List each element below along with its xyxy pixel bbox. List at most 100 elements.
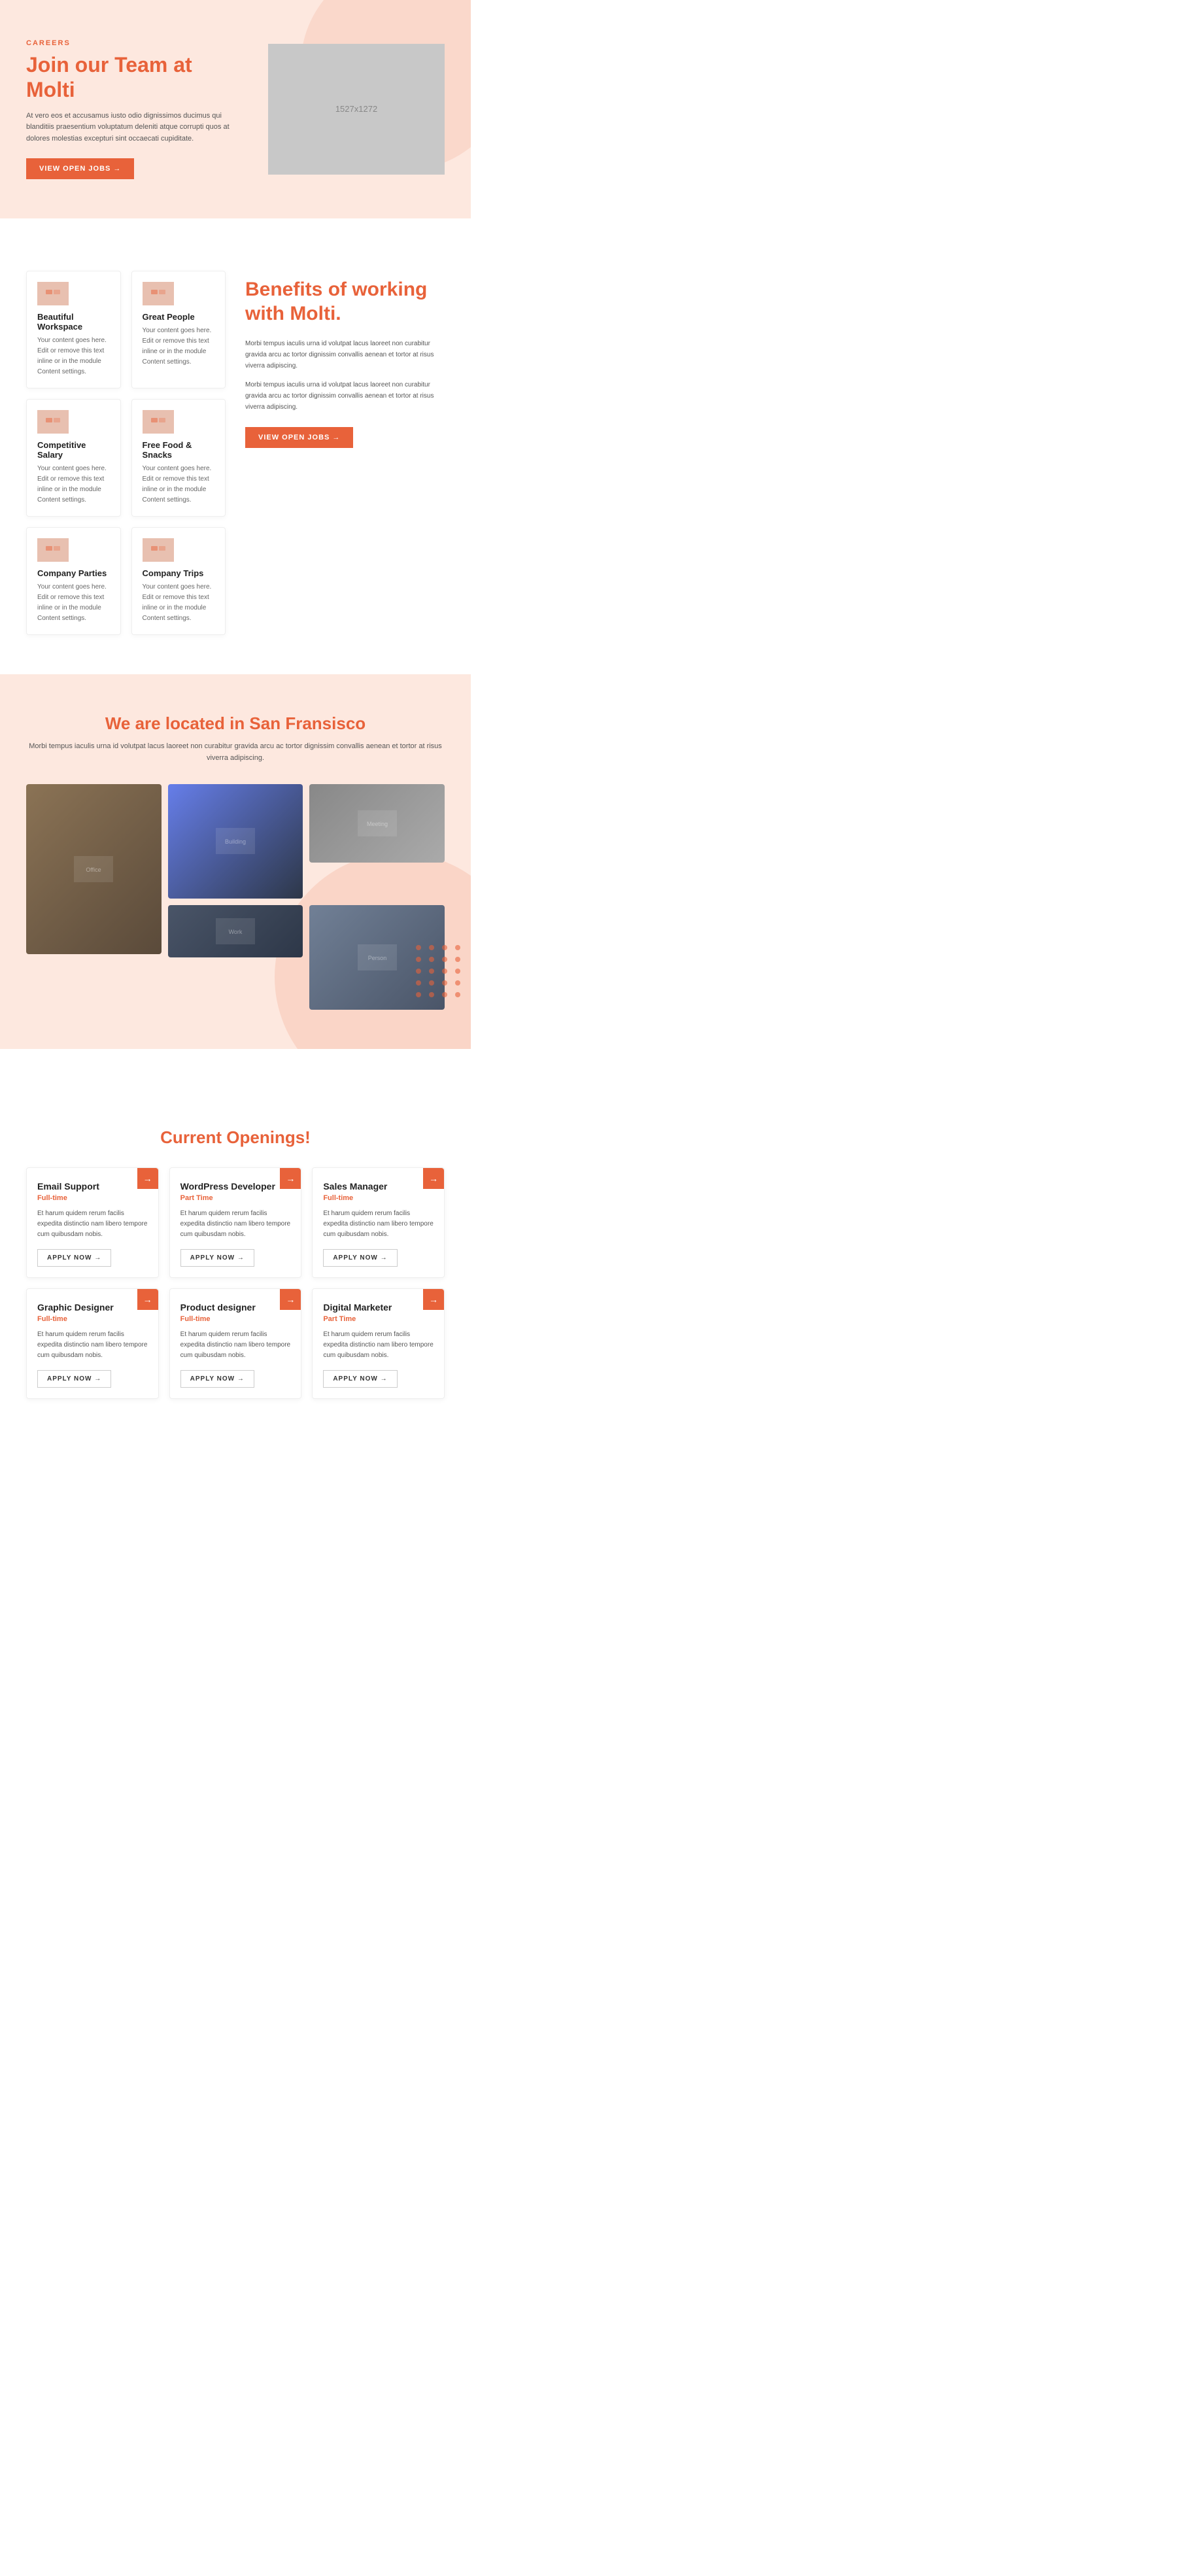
benefits-text: Benefits of workingwith Molti. Morbi tem…	[245, 271, 445, 448]
benefits-body-1: Morbi tempus iaculis urna id volutpat la…	[245, 338, 445, 371]
svg-text:Meeting: Meeting	[367, 821, 388, 827]
benefit-title-2: Competitive Salary	[37, 440, 110, 460]
benefit-title-5: Company Trips	[143, 568, 215, 578]
benefit-thumb-0	[37, 282, 69, 305]
openings-section: Current Openings! → Email Support Full-t…	[0, 1088, 471, 1438]
job-card-arrow-4: →	[280, 1289, 301, 1310]
location-title-highlight: San Fransisco	[249, 713, 366, 733]
benefit-desc-3: Your content goes here. Edit or remove t…	[143, 464, 215, 506]
benefits-heading-highlight: Benefits	[245, 279, 322, 300]
hero-description: At vero eos et accusamus iusto odio dign…	[26, 111, 235, 145]
benefit-desc-1: Your content goes here. Edit or remove t…	[143, 326, 215, 368]
apply-button-0[interactable]: APPLY NOW →	[37, 1249, 111, 1267]
jobs-grid: → Email Support Full-time Et harum quide…	[26, 1167, 445, 1399]
benefit-thumb-4	[37, 538, 69, 562]
location-photo-1: Office	[26, 784, 162, 954]
benefit-title-0: Beautiful Workspace	[37, 312, 110, 332]
svg-text:Office: Office	[86, 867, 101, 873]
location-grid: Office Building Meeting Work Person	[26, 784, 445, 1010]
benefit-card: Company Trips Your content goes here. Ed…	[131, 527, 226, 635]
apply-button-4[interactable]: APPLY NOW →	[180, 1370, 254, 1388]
job-desc-2: Et harum quidem rerum facilis expedita d…	[323, 1209, 434, 1240]
location-section: We are located in San Fransisco Morbi te…	[0, 674, 471, 1049]
benefit-card: Company Parties Your content goes here. …	[26, 527, 121, 635]
benefits-cards: Beautiful Workspace Your content goes he…	[26, 271, 226, 635]
job-title-1: WordPress Developer	[180, 1181, 291, 1192]
spacer-2	[0, 1049, 471, 1088]
job-type-1: Part Time	[180, 1194, 291, 1202]
location-photo-2: Building	[168, 784, 303, 899]
job-desc-0: Et harum quidem rerum facilis expedita d…	[37, 1209, 148, 1240]
job-card: → WordPress Developer Part Time Et harum…	[169, 1167, 302, 1278]
job-card-arrow-1: →	[280, 1168, 301, 1189]
benefits-body-2: Morbi tempus iaculis urna id volutpat la…	[245, 379, 445, 413]
job-card-arrow-5: →	[423, 1289, 444, 1310]
job-type-3: Full-time	[37, 1315, 148, 1323]
job-card: → Sales Manager Full-time Et harum quide…	[312, 1167, 445, 1278]
job-type-0: Full-time	[37, 1194, 148, 1202]
job-title-4: Product designer	[180, 1302, 291, 1313]
job-title-5: Digital Marketer	[323, 1302, 434, 1313]
job-title-2: Sales Manager	[323, 1181, 434, 1192]
job-desc-5: Et harum quidem rerum facilis expedita d…	[323, 1330, 434, 1361]
job-card-arrow-3: →	[137, 1289, 158, 1310]
benefit-title-1: Great People	[143, 312, 215, 322]
svg-text:Building: Building	[225, 838, 246, 845]
benefit-card: Beautiful Workspace Your content goes he…	[26, 271, 121, 388]
job-desc-3: Et harum quidem rerum facilis expedita d…	[37, 1330, 148, 1361]
svg-text:Person: Person	[367, 955, 386, 961]
location-photo-3: Meeting	[309, 784, 445, 863]
job-card-arrow-0: →	[137, 1168, 158, 1189]
job-type-2: Full-time	[323, 1194, 434, 1202]
benefit-desc-4: Your content goes here. Edit or remove t…	[37, 582, 110, 624]
job-card-arrow-2: →	[423, 1168, 444, 1189]
job-desc-1: Et harum quidem rerum facilis expedita d…	[180, 1209, 291, 1240]
openings-title-plain: Current	[160, 1127, 226, 1147]
benefit-desc-5: Your content goes here. Edit or remove t…	[143, 582, 215, 624]
openings-title: Current Openings!	[26, 1127, 445, 1148]
job-title-3: Graphic Designer	[37, 1302, 148, 1313]
hero-title-highlight: Molti	[26, 78, 75, 101]
benefit-thumb-1	[143, 282, 174, 305]
benefit-desc-0: Your content goes here. Edit or remove t…	[37, 335, 110, 377]
location-title-plain: We are located in	[105, 713, 250, 733]
job-type-5: Part Time	[323, 1315, 434, 1323]
job-card: → Email Support Full-time Et harum quide…	[26, 1167, 159, 1278]
benefit-thumb-5	[143, 538, 174, 562]
apply-button-2[interactable]: APPLY NOW →	[323, 1249, 397, 1267]
hero-cta-button[interactable]: VIEW OPEN JOBS →	[26, 158, 134, 179]
job-card: → Product designer Full-time Et harum qu…	[169, 1288, 302, 1399]
hero-image: 1527x1272	[268, 44, 445, 175]
apply-button-5[interactable]: APPLY NOW →	[323, 1370, 397, 1388]
benefit-card: Competitive Salary Your content goes her…	[26, 399, 121, 517]
job-card: → Digital Marketer Part Time Et harum qu…	[312, 1288, 445, 1399]
location-description: Morbi tempus iaculis urna id volutpat la…	[26, 740, 445, 764]
dots-decoration	[412, 941, 464, 1010]
benefit-thumb-2	[37, 410, 69, 434]
benefits-cta-button[interactable]: VIEW OPEN JOBS →	[245, 427, 353, 448]
benefit-title-3: Free Food & Snacks	[143, 440, 215, 460]
apply-button-1[interactable]: APPLY NOW →	[180, 1249, 254, 1267]
hero-section: CAREERS Join our Team at Molti At vero e…	[0, 0, 471, 218]
benefits-section: Beautiful Workspace Your content goes he…	[0, 258, 471, 674]
spacer-1	[0, 218, 471, 258]
hero-content: CAREERS Join our Team at Molti At vero e…	[26, 39, 235, 179]
job-title-0: Email Support	[37, 1181, 148, 1192]
location-title: We are located in San Fransisco	[26, 713, 445, 734]
apply-button-3[interactable]: APPLY NOW →	[37, 1370, 111, 1388]
hero-label: CAREERS	[26, 39, 235, 47]
benefit-card: Free Food & Snacks Your content goes her…	[131, 399, 226, 517]
job-type-4: Full-time	[180, 1315, 291, 1323]
location-photo-4: Work	[168, 905, 303, 957]
job-card: → Graphic Designer Full-time Et harum qu…	[26, 1288, 159, 1399]
job-desc-4: Et harum quidem rerum facilis expedita d…	[180, 1330, 291, 1361]
openings-title-highlight: Openings!	[226, 1127, 311, 1147]
benefit-title-4: Company Parties	[37, 568, 110, 578]
benefits-heading: Benefits of workingwith Molti.	[245, 277, 445, 326]
benefit-desc-2: Your content goes here. Edit or remove t…	[37, 464, 110, 506]
hero-title-plain: Join our Team at	[26, 53, 192, 77]
benefit-thumb-3	[143, 410, 174, 434]
benefit-card: Great People Your content goes here. Edi…	[131, 271, 226, 388]
hero-title: Join our Team at Molti	[26, 52, 235, 103]
svg-text:Work: Work	[229, 929, 243, 935]
